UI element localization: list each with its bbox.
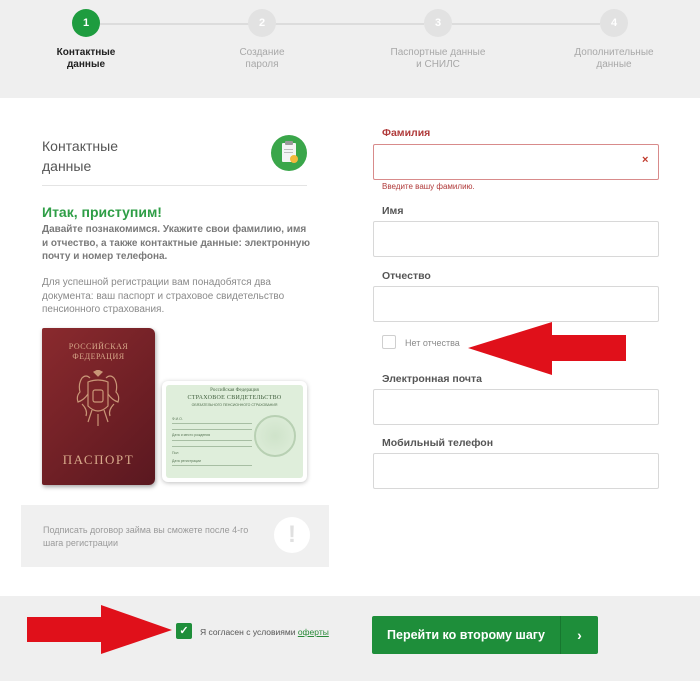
email-label: Электронная почта — [382, 373, 482, 385]
step-2[interactable]: 2 Создание пароля — [202, 9, 322, 71]
registration-stepper: 1 Контактные данные 2 Создание пароля 3 … — [0, 0, 700, 98]
step-number: 4 — [600, 9, 628, 37]
surname-input[interactable] — [373, 144, 659, 180]
clipboard-icon — [271, 135, 307, 171]
snils-title: СТРАХОВОЕ СВИДЕТЕЛЬСТВО — [187, 395, 282, 401]
patronymic-label: Отчество — [382, 270, 431, 282]
step-label: Создание пароля — [239, 47, 285, 70]
agree-checkbox[interactable]: ✓ — [176, 623, 192, 639]
step-number: 3 — [424, 9, 452, 37]
snils-card-image: Российская Федерация СТРАХОВОЕ СВИДЕТЕЛЬ… — [162, 381, 307, 482]
chevron-right-icon: › — [577, 627, 582, 643]
passport-word: ПАСПОРТ — [62, 452, 135, 467]
snils-label: Дата регистрации — [172, 459, 202, 463]
next-step-button[interactable]: Перейти ко второму шагу › — [372, 616, 598, 654]
agree-label: Я согласен с условиями оферты — [200, 627, 329, 637]
patronymic-input[interactable] — [373, 286, 659, 322]
snils-label: Пол — [172, 451, 179, 455]
step-number: 2 — [248, 9, 276, 37]
warning-icon: ! — [274, 517, 310, 553]
next-step-label: Перейти ко второму шагу — [387, 628, 545, 642]
lead-title: Итак, приступим! — [42, 204, 162, 220]
step-label: Контактные данные — [56, 47, 116, 70]
name-input[interactable] — [373, 221, 659, 257]
step-number: 1 — [72, 9, 100, 37]
surname-label: Фамилия — [382, 127, 431, 139]
agree-text: Я согласен с условиями — [200, 627, 298, 637]
coat-of-arms-icon — [76, 370, 120, 426]
snils-country: Российская Федерация — [210, 388, 259, 393]
snils-label: Ф.И.О. — [172, 417, 183, 421]
annotation-arrow-icon — [468, 322, 626, 375]
surname-error-message: Введите вашу фамилию. — [382, 182, 475, 191]
step-1[interactable]: 1 Контактные данные — [26, 9, 146, 71]
email-input[interactable] — [373, 389, 659, 425]
divider — [42, 185, 307, 186]
step-label: Дополнительные данные — [574, 47, 654, 70]
phone-label: Мобильный телефон — [382, 437, 494, 449]
notice-text: Подписать договор займа вы сможете после… — [43, 525, 249, 548]
clear-error-icon[interactable]: × — [642, 154, 648, 166]
step-3[interactable]: 3 Паспортные данные и СНИЛС — [378, 9, 498, 71]
passport-country: РОССИЙСКАЯ ФЕДЕРАЦИЯ — [68, 342, 129, 361]
snils-label: Дата и место рождения — [172, 433, 211, 437]
lead-text: Давайте познакомимся. Укажите свои фамил… — [42, 224, 311, 262]
no-patronymic-checkbox[interactable] — [382, 335, 396, 349]
phone-input[interactable] — [373, 453, 659, 489]
step-4[interactable]: 4 Дополнительные данные — [554, 9, 674, 71]
section-title: Контактные данные — [42, 138, 118, 174]
snils-subtitle: ОБЯЗАТЕЛЬНОГО ПЕНСИОННОГО СТРАХОВАНИЯ — [191, 403, 278, 407]
offer-link[interactable]: оферты — [298, 627, 329, 637]
name-label: Имя — [382, 205, 404, 217]
snils-watermark — [254, 415, 296, 457]
documents-hint: Для успешной регистрации вам понадобятся… — [42, 277, 285, 315]
step-label: Паспортные данные и СНИЛС — [390, 47, 486, 70]
passport-image: РОССИЙСКАЯ ФЕДЕРАЦИЯ ПАСПОРТ — [42, 328, 155, 485]
signing-notice: Подписать договор займа вы сможете после… — [21, 505, 329, 567]
no-patronymic-label[interactable]: Нет отчества — [405, 338, 460, 348]
annotation-arrow-icon — [27, 605, 172, 654]
